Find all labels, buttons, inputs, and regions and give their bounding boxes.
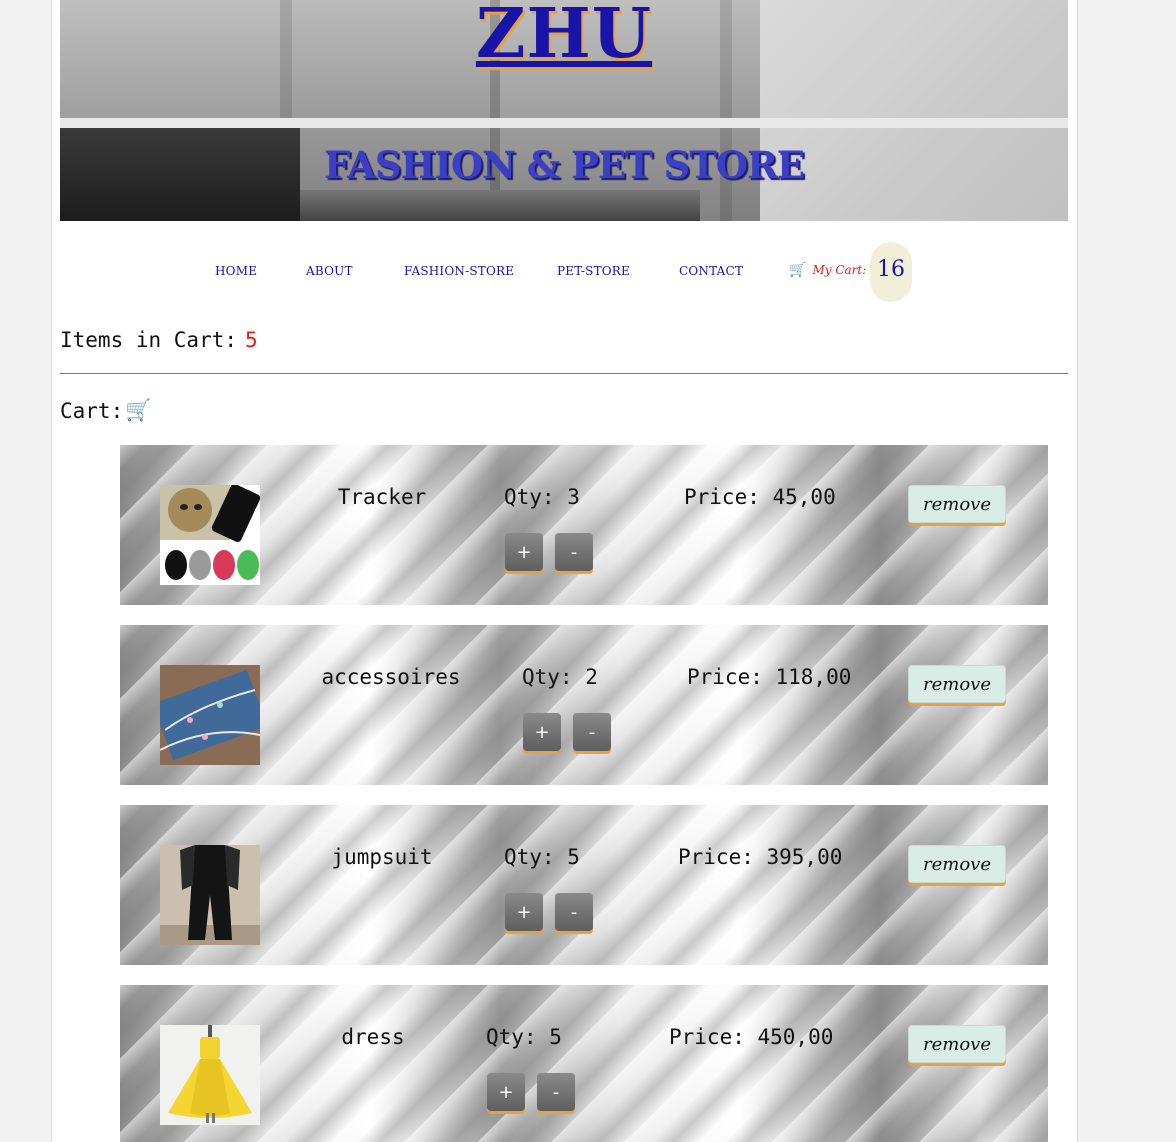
item-qty: Qty: 2 (522, 665, 598, 689)
item-qty: Qty: 3 (504, 485, 580, 509)
remove-button[interactable]: remove (908, 485, 1006, 523)
cart-row: accessoires Qty: 2 + - Price: 118,00 rem… (120, 625, 1048, 785)
hero-floor (300, 190, 700, 221)
item-price: Price: 118,00 (687, 665, 852, 689)
item-name: accessoires (321, 665, 461, 689)
divider (60, 373, 1068, 374)
increase-qty-button[interactable]: + (523, 713, 561, 751)
decrease-qty-button[interactable]: - (537, 1073, 575, 1111)
page: ZHU FASHION & PET STORE HOME ABOUT FASHI… (51, 0, 1078, 1142)
bracelet-image (160, 665, 260, 765)
item-price: Price: 450,00 (669, 1025, 834, 1049)
jumpsuit-image (160, 845, 260, 945)
cart-title-label: Cart: (60, 398, 124, 423)
items-in-cart-label: Items in Cart: (60, 328, 238, 352)
my-cart-label: My Cart: (812, 263, 867, 277)
cart-row: jumpsuit Qty: 5 + - Price: 395,00 remove (120, 805, 1048, 965)
items-in-cart: Items in Cart: 5 (60, 328, 258, 352)
item-name: jumpsuit (331, 845, 433, 869)
cart-row: Tracker Qty: 3 + - Price: 45,00 remove (120, 445, 1048, 605)
item-qty: Qty: 5 (504, 845, 580, 869)
items-in-cart-count: 5 (245, 328, 258, 352)
decrease-qty-button[interactable]: - (573, 713, 611, 751)
nav-my-cart[interactable]: 🛒 My Cart: (789, 262, 866, 278)
decrease-qty-button[interactable]: - (555, 533, 593, 571)
hero-banner: ZHU FASHION & PET STORE (60, 0, 1068, 221)
nav-pet-store[interactable]: PET-STORE (557, 264, 630, 278)
store-tagline: FASHION & PET STORE (324, 143, 805, 187)
nav-home[interactable]: HOME (215, 264, 257, 278)
nav-fashion-store[interactable]: FASHION-STORE (404, 264, 514, 278)
item-qty: Qty: 5 (486, 1025, 562, 1049)
decrease-qty-button[interactable]: - (555, 893, 593, 931)
main-nav: HOME ABOUT FASHION-STORE PET-STORE CONTA… (52, 240, 1077, 304)
item-price: Price: 395,00 (678, 845, 843, 869)
brand-title[interactable]: ZHU (60, 0, 1068, 74)
item-name: Tracker (337, 485, 427, 509)
cart-row: dress Qty: 5 + - Price: 450,00 remove (120, 985, 1048, 1142)
yellow-dress-image (160, 1025, 260, 1125)
item-name: dress (341, 1025, 405, 1049)
cart-count-badge[interactable]: 16 (870, 242, 912, 302)
increase-qty-button[interactable]: + (487, 1073, 525, 1111)
nav-contact[interactable]: CONTACT (679, 264, 743, 278)
hero-shelf (60, 118, 1068, 128)
remove-button[interactable]: remove (908, 665, 1006, 703)
remove-button[interactable]: remove (908, 1025, 1006, 1063)
cart-title: Cart: 🛒 (60, 398, 151, 423)
cart-icon: 🛒 (789, 262, 807, 278)
cart-icon: 🛒 (125, 398, 152, 422)
remove-button[interactable]: remove (908, 845, 1006, 883)
increase-qty-button[interactable]: + (505, 533, 543, 571)
pet-tracker-image (160, 485, 260, 585)
nav-about[interactable]: ABOUT (306, 264, 353, 278)
increase-qty-button[interactable]: + (505, 893, 543, 931)
item-price: Price: 45,00 (684, 485, 836, 509)
